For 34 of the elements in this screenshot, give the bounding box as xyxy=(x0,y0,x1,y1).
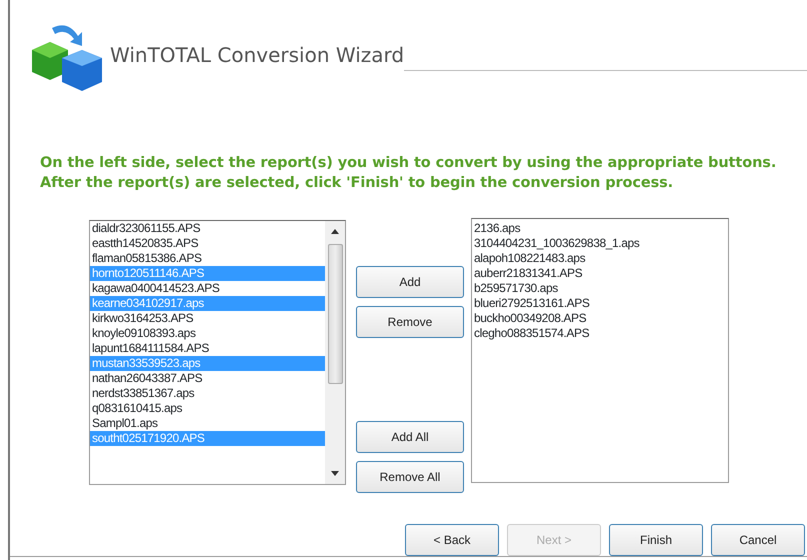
list-item[interactable]: alapoh108221483.aps xyxy=(472,251,728,266)
list-item[interactable]: Sampl01.aps xyxy=(90,416,325,431)
scroll-up-icon[interactable] xyxy=(331,229,339,234)
list-item[interactable]: flaman05815386.APS xyxy=(90,251,325,266)
list-item[interactable]: clegho088351574.APS xyxy=(472,326,728,341)
transfer-button[interactable]: Add xyxy=(356,266,464,298)
scroll-down-icon[interactable] xyxy=(331,471,339,476)
list-item[interactable]: eastth14520835.APS xyxy=(90,236,325,251)
list-item[interactable]: dialdr323061155.APS xyxy=(90,221,325,236)
list-item[interactable]: nathan26043387.APS xyxy=(90,371,325,386)
nav-button[interactable]: Cancel xyxy=(711,524,805,556)
list-item[interactable]: lapunt1684111584.APS xyxy=(90,341,325,356)
available-reports-list[interactable] xyxy=(89,220,346,485)
list-item[interactable]: b259571730.aps xyxy=(472,281,728,296)
list-item[interactable]: q0831610415.aps xyxy=(90,401,325,416)
nav-button[interactable]: < Back xyxy=(405,524,499,556)
list-item[interactable]: 3104404231_1003629838_1.aps xyxy=(472,236,728,251)
transfer-button[interactable]: Add All xyxy=(356,421,464,453)
list-item[interactable]: knoyle09108393.aps xyxy=(90,326,325,341)
nav-button[interactable]: Finish xyxy=(609,524,703,556)
list-item[interactable]: auberr21831341.APS xyxy=(472,266,728,281)
list-item[interactable]: blueri2792513161.APS xyxy=(472,296,728,311)
list-item[interactable]: buckho00349208.APS xyxy=(472,311,728,326)
list-item[interactable]: kagawa0400414523.APS xyxy=(90,281,325,296)
scrollbar[interactable] xyxy=(325,221,345,484)
list-item[interactable]: nerdst33851367.aps xyxy=(90,386,325,401)
list-item[interactable]: kirkwo3164253.APS xyxy=(90,311,325,326)
selected-reports-list[interactable]: 2136.aps 3104404231_1003629838_1.aps alapoh108221483.aps auberr21831341.APS b259571730.aps blueri2792513161.APS buckho00349208.APS clegho088351574.APS xyxy=(471,218,729,483)
transfer-button[interactable]: Remove All xyxy=(356,461,464,493)
list-item[interactable]: 2136.aps xyxy=(472,221,728,236)
instruction-text: On the left side, select the report(s) you wish to convert by using the appropriate buttons. After the report(s) are selected, click 'Finish' to begin the conversion process. xyxy=(39,154,778,193)
window-title: WinTOTAL Conversion Wizard xyxy=(110,42,404,69)
transfer-button[interactable]: Remove xyxy=(356,306,464,338)
scroll-thumb[interactable] xyxy=(328,244,342,384)
